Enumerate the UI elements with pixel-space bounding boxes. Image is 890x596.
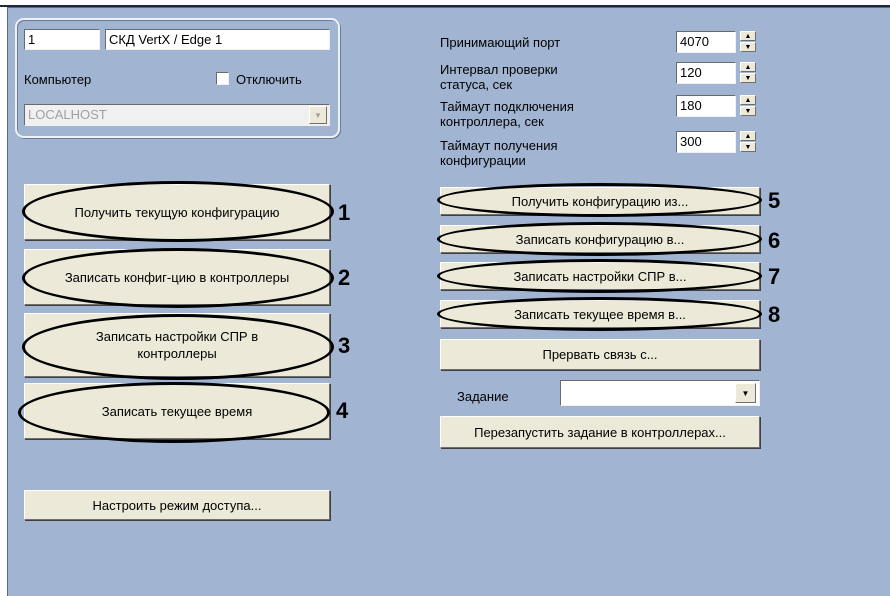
arrow-down-icon: ▼ <box>744 43 752 51</box>
config-timeout-input[interactable]: 300 <box>676 131 736 153</box>
status-spin-down[interactable]: ▼ <box>740 73 756 83</box>
config-spin-down[interactable]: ▼ <box>740 142 756 152</box>
callout-number-2: 2 <box>338 265 351 290</box>
object-id-field[interactable]: 1 <box>24 29 100 50</box>
connect-spin-down[interactable]: ▼ <box>740 106 756 116</box>
status-spin-up[interactable]: ▲ <box>740 62 756 72</box>
chevron-down-icon: ▼ <box>314 110 322 120</box>
chevron-down-icon: ▼ <box>741 388 750 398</box>
object-name-field[interactable]: СКД VertX / Edge 1 <box>105 29 330 50</box>
arrow-up-icon: ▲ <box>744 32 752 40</box>
task-dropdown-arrow[interactable]: ▼ <box>735 383 756 403</box>
get-current-config-button[interactable]: Получить текущую конфигурацию <box>24 184 330 240</box>
arrow-up-icon: ▲ <box>744 63 752 71</box>
arrow-down-icon: ▼ <box>744 143 752 151</box>
disable-label: Отключить <box>236 72 302 87</box>
get-config-from-button[interactable]: Получить конфигурацию из... <box>440 187 760 215</box>
computer-label: Компьютер <box>24 72 92 87</box>
arrow-up-icon: ▲ <box>744 96 752 104</box>
computer-select[interactable]: LOCALHOST <box>24 104 330 126</box>
write-config-controllers-button[interactable]: Записать конфиг-цию в контроллеры <box>24 249 330 305</box>
write-spr-settings-button[interactable]: Записать настройки СПР в контроллеры <box>24 313 330 377</box>
status-interval-input[interactable]: 120 <box>676 62 736 84</box>
callout-number-4: 4 <box>336 398 349 423</box>
connect-timeout-input[interactable]: 180 <box>676 95 736 117</box>
callout-number-3: 3 <box>338 333 351 358</box>
computer-dropdown-arrow[interactable]: ▼ <box>309 106 327 124</box>
write-config-to-button[interactable]: Записать конфигурацию в... <box>440 225 760 253</box>
configure-access-mode-button[interactable]: Настроить режим доступа... <box>24 490 330 520</box>
arrow-down-icon: ▼ <box>744 74 752 82</box>
write-spr-settings-to-button[interactable]: Записать настройки СПР в... <box>440 262 760 290</box>
callout-number-6: 6 <box>768 228 781 253</box>
status-interval-label: Интервал проверки статуса, сек <box>440 62 558 92</box>
write-time-to-button[interactable]: Записать текущее время в... <box>440 300 760 328</box>
port-spin-up[interactable]: ▲ <box>740 31 756 41</box>
disable-checkbox[interactable] <box>216 72 229 85</box>
connect-spin-up[interactable]: ▲ <box>740 95 756 105</box>
config-timeout-label: Таймаут получения конфигурации <box>440 138 558 168</box>
port-spin-down[interactable]: ▼ <box>740 42 756 52</box>
callout-number-5: 5 <box>768 188 781 213</box>
write-current-time-button[interactable]: Записать текущее время <box>24 383 330 439</box>
port-label: Принимающий порт <box>440 35 561 50</box>
task-label: Задание <box>457 389 509 404</box>
callout-number-7: 7 <box>768 264 781 289</box>
break-connection-button[interactable]: Прервать связь с... <box>440 339 760 370</box>
task-select[interactable] <box>560 380 760 406</box>
connect-timeout-label: Таймаут подключения контроллера, сек <box>440 99 574 129</box>
callout-number-8: 8 <box>768 302 781 327</box>
arrow-down-icon: ▼ <box>744 107 752 115</box>
arrow-up-icon: ▲ <box>744 132 752 140</box>
restart-task-button[interactable]: Перезапустить задание в контроллерах... <box>440 416 760 448</box>
config-spin-up[interactable]: ▲ <box>740 131 756 141</box>
port-input[interactable]: 4070 <box>676 31 736 53</box>
callout-number-1: 1 <box>338 200 351 225</box>
